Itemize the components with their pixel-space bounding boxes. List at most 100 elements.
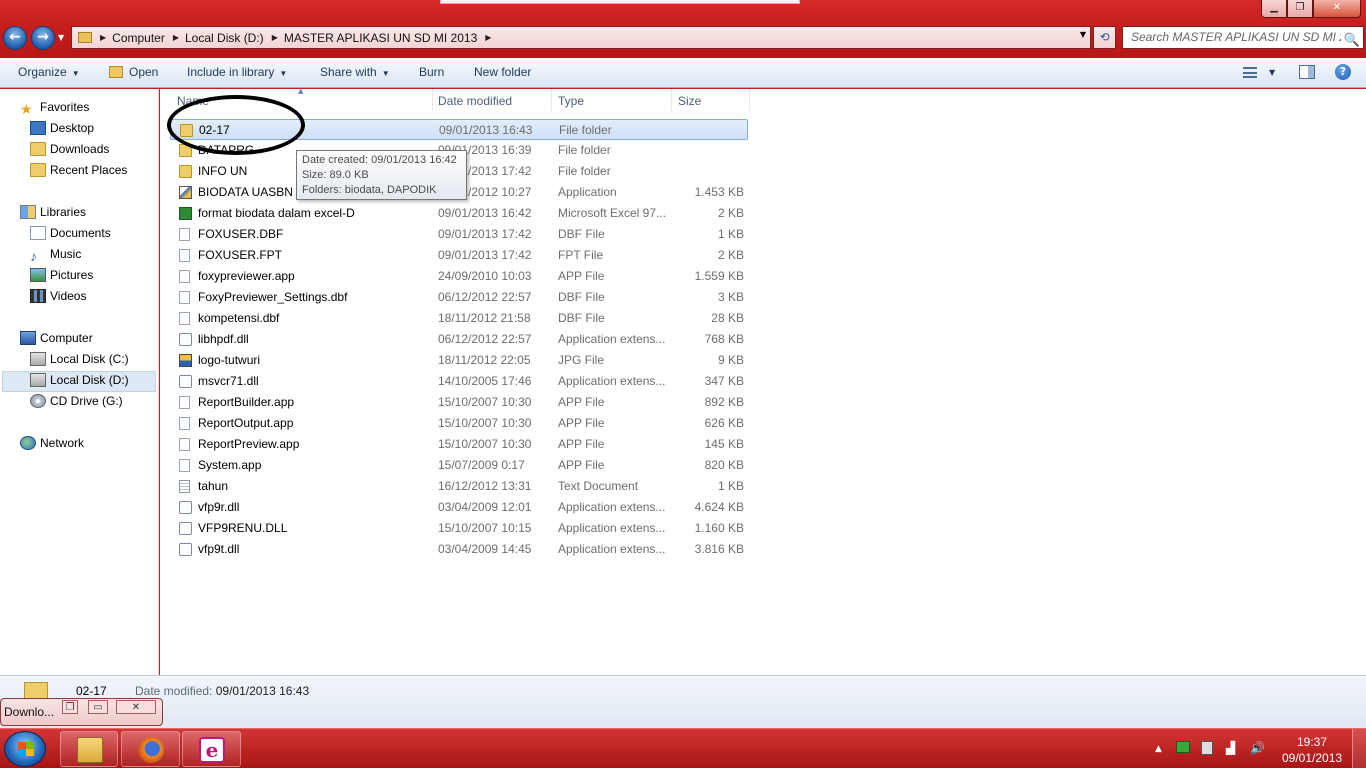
folder-icon [179, 165, 192, 178]
sidebar-item-computer[interactable]: Computer [20, 328, 93, 349]
file-row[interactable]: msvcr71.dll 14/10/2005 17:46 Application e… [170, 371, 748, 392]
refresh-button[interactable]: ⟲ [1093, 26, 1116, 49]
file-row[interactable]: ReportPreview.app 15/10/2007 10:30 APP Fil… [170, 434, 748, 455]
address-dropdown-icon[interactable]: ▼ [1080, 30, 1086, 39]
breadcrumb-local-disk-d[interactable]: Local Disk (D:) [185, 31, 264, 45]
taskbar-firefox-button[interactable] [121, 731, 180, 767]
column-header-size[interactable]: Size [674, 89, 750, 111]
open-label: Open [129, 65, 159, 79]
start-button[interactable] [4, 731, 46, 767]
file-row[interactable]: vfp9t.dll 03/04/2009 14:45 Application ext… [170, 539, 748, 560]
tray-show-hidden-icon[interactable]: ▲ [1155, 744, 1162, 754]
close-button[interactable]: ✕ [1313, 0, 1361, 18]
file-row[interactable]: FOXUSER.FPT 09/01/2013 17:42 FPT File 2 KB [170, 245, 748, 266]
sidebar-item-downloads[interactable]: Downloads [30, 139, 109, 160]
views-chevron-down-icon[interactable]: ▼ [1269, 68, 1275, 77]
file-type: DBF File [558, 290, 605, 304]
sidebar-item-local-disk-d[interactable]: Local Disk (D:) [30, 370, 129, 391]
volume-icon[interactable]: 🔊 [1250, 741, 1265, 755]
restore-button[interactable]: ❐ [1287, 0, 1313, 18]
minimized-window-title: Downlo... [4, 705, 55, 719]
sidebar-item-libraries[interactable]: Libraries [20, 202, 86, 223]
sidebar-item-label: Pictures [50, 268, 94, 282]
column-header-date-modified[interactable]: Date modified [434, 89, 552, 111]
sidebar-item-documents[interactable]: Documents [30, 223, 111, 244]
usb-safely-remove-icon[interactable] [1176, 741, 1190, 753]
change-view-icon[interactable] [1243, 67, 1257, 78]
file-row[interactable]: kompetensi.dbf 18/11/2012 21:58 DBF File 28… [170, 308, 748, 329]
file-row[interactable]: format biodata dalam excel-D 09/01/2013 1… [170, 203, 748, 224]
organize-button[interactable]: Organize ▼ [18, 65, 80, 79]
breadcrumb-arrow-icon[interactable]: ▶ [173, 33, 179, 42]
taskbar-explorer-button[interactable] [60, 731, 118, 767]
file-row[interactable]: tahun 16/12/2012 13:31 Text Document 1 KB [170, 476, 748, 497]
file-name: msvcr71.dll [198, 374, 259, 388]
open-button[interactable]: Open [109, 65, 158, 79]
breadcrumb-arrow-icon[interactable]: ▶ [272, 33, 278, 42]
dll-file-icon [179, 375, 192, 388]
image-file-icon [179, 354, 192, 367]
file-row[interactable]: vfp9r.dll 03/04/2009 12:01 Application ext… [170, 497, 748, 518]
help-icon[interactable]: ? [1335, 64, 1351, 80]
open-folder-icon [109, 66, 123, 78]
back-button[interactable]: ← [3, 26, 27, 50]
sidebar-item-pictures[interactable]: Pictures [30, 265, 93, 286]
sidebar-item-label: Local Disk (C:) [50, 352, 129, 366]
include-in-library-button[interactable]: Include in library ▼ [187, 65, 287, 79]
file-type: Application extens... [558, 332, 666, 346]
taskbar-app-button[interactable]: e [182, 731, 241, 767]
file-date-modified: 06/12/2012 22:57 [438, 332, 532, 346]
file-name: System.app [198, 458, 262, 472]
breadcrumb-arrow-icon[interactable]: ▶ [100, 33, 106, 42]
clock-time[interactable]: 19:37 [1297, 735, 1327, 749]
file-row[interactable]: logo-tutwuri 18/11/2012 22:05 JPG File 9 KB [170, 350, 748, 371]
sidebar-item-recent-places[interactable]: Recent Places [30, 160, 127, 181]
file-name: ReportBuilder.app [198, 395, 295, 409]
file-row[interactable]: FoxyPreviewer_Settings.dbf 06/12/2012 22:… [170, 287, 748, 308]
file-type: APP File [558, 395, 605, 409]
breadcrumb-computer[interactable]: Computer [112, 31, 165, 45]
breadcrumb-master-aplikasi[interactable]: MASTER APLIKASI UN SD MI 2013 [284, 31, 477, 45]
maximize-icon[interactable]: ▭ [88, 700, 108, 714]
file-row[interactable]: System.app 15/07/2009 0:17 APP File 820 KB [170, 455, 748, 476]
burn-button[interactable]: Burn [419, 65, 444, 79]
file-row[interactable]: libhpdf.dll 06/12/2012 22:57 Application e… [170, 329, 748, 350]
sidebar-item-network[interactable]: Network [20, 433, 84, 454]
new-folder-button[interactable]: New folder [474, 65, 531, 79]
file-type: APP File [558, 416, 605, 430]
file-row[interactable]: VFP9RENU.DLL 15/10/2007 10:15 Application … [170, 518, 748, 539]
show-desktop-button[interactable] [1352, 729, 1366, 768]
search-icon[interactable]: 🔍 [1340, 29, 1360, 48]
recent-pages-chevron-icon[interactable]: ▼ [58, 33, 68, 43]
window-frame: ▁ ❐ ✕ ← → ▼ ▶ Computer ▶ Local Disk (D:)… [0, 0, 1366, 58]
sidebar-item-videos[interactable]: Videos [30, 286, 86, 307]
file-size: 768 KB [704, 332, 744, 346]
clock-date[interactable]: 09/01/2013 [1282, 751, 1342, 765]
file-date-modified: 18/11/2012 21:58 [438, 311, 531, 325]
forward-button[interactable]: → [31, 26, 55, 50]
battery-icon[interactable] [1201, 741, 1213, 755]
sidebar-item-cd-drive[interactable]: CD Drive (G:) [30, 391, 123, 412]
file-name: INFO UN [198, 164, 248, 178]
file-row[interactable]: ReportOutput.app 15/10/2007 10:30 APP File… [170, 413, 748, 434]
file-row[interactable]: FOXUSER.DBF 09/01/2013 17:42 DBF File 1 KB [170, 224, 748, 245]
close-icon[interactable]: ✕ [116, 700, 156, 714]
search-input[interactable]: Search MASTER APLIKASI UN SD MI 2... 🔍 [1122, 26, 1364, 49]
minimized-downloads-window[interactable]: Downlo... ❐ ▭ ✕ [0, 698, 163, 726]
column-header-type[interactable]: Type [554, 89, 672, 111]
sidebar-item-favorites[interactable]: ★ Favorites [20, 97, 89, 118]
preview-pane-icon[interactable] [1299, 65, 1315, 79]
sidebar-item-desktop[interactable]: Desktop [30, 118, 94, 139]
address-bar[interactable]: ▶ Computer ▶ Local Disk (D:) ▶ MASTER AP… [71, 26, 1091, 49]
minimize-button[interactable]: ▁ [1261, 0, 1287, 18]
sidebar-item-music[interactable]: ♪ Music [30, 244, 81, 265]
network-signal-icon[interactable]: ▟ [1226, 741, 1235, 755]
file-type: File folder [558, 143, 611, 157]
share-with-button[interactable]: Share with ▼ [320, 65, 390, 79]
file-name: FOXUSER.FPT [198, 248, 283, 262]
breadcrumb-arrow-icon[interactable]: ▶ [485, 33, 491, 42]
file-row[interactable]: foxypreviewer.app 24/09/2010 10:03 APP Fil… [170, 266, 748, 287]
restore-icon[interactable]: ❐ [62, 700, 78, 714]
sidebar-item-local-disk-c[interactable]: Local Disk (C:) [30, 349, 129, 370]
file-row[interactable]: ReportBuilder.app 15/10/2007 10:30 APP Fil… [170, 392, 748, 413]
